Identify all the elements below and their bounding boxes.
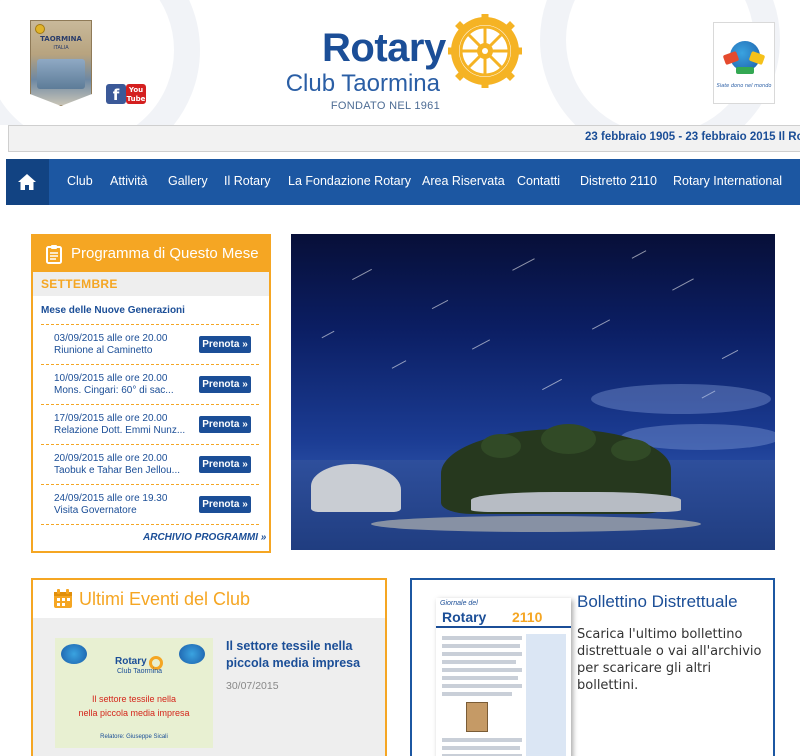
program-title: Programma di Questo Mese xyxy=(71,245,259,262)
program-event: 03/09/2015 alle ore 20.00 Riunione al Ca… xyxy=(41,324,259,364)
event-title[interactable]: Taobuk e Tahar Ben Jellou... xyxy=(54,465,180,476)
nav-item-il-rotary[interactable]: Il Rotary xyxy=(224,174,271,188)
bulletin-cover-italic: Giornale del xyxy=(440,600,478,607)
book-button[interactable]: Prenota » xyxy=(199,336,251,353)
program-event: 17/09/2015 alle ore 20.00 Relazione Dott… xyxy=(41,404,259,444)
main-navigation: Club Attività Gallery Il Rotary La Fonda… xyxy=(6,159,800,205)
event-date: 20/09/2015 alle ore 20.00 xyxy=(54,453,168,464)
event-headline-link[interactable]: Il settore tessile nella piccola media i… xyxy=(226,638,376,672)
event-date: 24/09/2015 alle ore 19.30 xyxy=(54,493,168,504)
month-label: SETTEMBRE xyxy=(41,277,118,291)
event-date: 10/09/2015 alle ore 20.00 xyxy=(54,373,168,384)
program-event: 24/09/2015 alle ore 19.30 Visita Governa… xyxy=(41,484,259,524)
nav-home-button[interactable] xyxy=(6,159,49,205)
event-date: 03/09/2015 alle ore 20.00 xyxy=(54,333,168,344)
events-body: Rotary Club Taormina Il settore tessile … xyxy=(33,618,385,756)
events-header: Ultimi Eventi del Club xyxy=(33,580,385,618)
program-event: 20/09/2015 alle ore 20.00 Taobuk e Tahar… xyxy=(41,444,259,484)
logo-club-text: Club Taormina xyxy=(285,70,440,97)
calendar-icon xyxy=(54,589,72,608)
logo-founded-text: FONDATO NEL 1961 xyxy=(330,100,440,112)
logo-rotary-text[interactable]: Rotary xyxy=(322,26,446,71)
home-icon xyxy=(18,174,36,190)
nav-item-gallery[interactable]: Gallery xyxy=(168,174,208,188)
nav-item-area-riservata[interactable]: Area Riservata xyxy=(422,174,505,188)
bulletin-cover-thumbnail[interactable]: Giornale del Rotary 2110 xyxy=(436,598,571,756)
news-ticker: 23 febbraio 1905 - 23 febbraio 2015 Il R… xyxy=(8,125,800,152)
banner-title: TAORMINA xyxy=(40,35,82,43)
youtube-icon[interactable]: You Tube xyxy=(126,84,146,104)
bulletin-cover-number: 2110 xyxy=(512,609,543,625)
monthly-program-panel: Programma di Questo Mese SETTEMBRE Mese … xyxy=(31,234,271,553)
program-event: 10/09/2015 alle ore 20.00 Mons. Cingari:… xyxy=(41,364,259,404)
event-thumbnail[interactable]: Rotary Club Taormina Il settore tessile … xyxy=(55,638,213,748)
events-title: Ultimi Eventi del Club xyxy=(79,589,251,609)
theme-logo[interactable]: Siate dono nel mondo xyxy=(713,22,775,104)
book-button[interactable]: Prenota » xyxy=(199,376,251,393)
site-header: TAORMINA ITALIA f You Tube Rotary Club T… xyxy=(0,0,800,125)
bulletin-description: Scarica l'ultimo bollettino distrettuale… xyxy=(577,627,762,693)
event-title[interactable]: Relazione Dott. Emmi Nunz... xyxy=(54,425,185,436)
card-club: Club Taormina xyxy=(117,668,163,675)
theme-logo-text: Siate dono nel mondo xyxy=(716,83,772,89)
club-banner-logo[interactable]: TAORMINA ITALIA xyxy=(30,20,92,106)
nav-item-club[interactable]: Club xyxy=(67,174,93,188)
month-subtitle: Mese delle Nuove Generazioni xyxy=(41,305,185,316)
card-line-2: nella piccola media impresa xyxy=(78,708,190,718)
nav-item-distretto[interactable]: Distretto 2110 xyxy=(580,174,657,188)
card-line-1: Il settore tessile nella xyxy=(91,694,177,704)
facebook-icon[interactable]: f xyxy=(106,84,126,104)
clipboard-icon xyxy=(46,245,62,264)
book-button[interactable]: Prenota » xyxy=(199,496,251,513)
card-relatore: Relatore: Giuseppe Sicali xyxy=(100,734,168,740)
program-header: Programma di Questo Mese xyxy=(33,236,269,272)
program-divider xyxy=(41,524,259,525)
nav-item-contatti[interactable]: Contatti xyxy=(517,174,560,188)
event-title[interactable]: Mons. Cingari: 60° di sac... xyxy=(54,385,174,396)
hero-photo-isola-bella[interactable] xyxy=(291,234,775,550)
nav-item-rotary-international[interactable]: Rotary International xyxy=(673,174,782,188)
nav-item-attivita[interactable]: Attività xyxy=(110,174,148,188)
ticker-text: 23 febbraio 1905 - 23 febbraio 2015 Il R… xyxy=(585,131,800,143)
program-archive-link[interactable]: ARCHIVIO PROGRAMMI » xyxy=(143,532,266,543)
event-title[interactable]: Riunione al Caminetto xyxy=(54,345,152,356)
month-bar: SETTEMBRE xyxy=(33,272,269,296)
event-date: 30/07/2015 xyxy=(226,680,279,692)
district-bulletin-panel: Giornale del Rotary 2110 Bollettino Dist… xyxy=(410,578,775,756)
book-button[interactable]: Prenota » xyxy=(199,416,251,433)
rotary-wheel-icon xyxy=(448,14,522,88)
bulletin-cover-rotary: Rotary xyxy=(442,609,487,625)
latest-events-panel: Ultimi Eventi del Club Rotary Club Taorm… xyxy=(31,578,387,756)
card-rotary: Rotary xyxy=(115,656,147,667)
event-title[interactable]: Visita Governatore xyxy=(54,505,137,516)
nav-item-fondazione[interactable]: La Fondazione Rotary xyxy=(288,174,411,188)
banner-subtitle: ITALIA xyxy=(53,45,69,51)
book-button[interactable]: Prenota » xyxy=(199,456,251,473)
event-date: 17/09/2015 alle ore 20.00 xyxy=(54,413,168,424)
bulletin-title: Bollettino Distrettuale xyxy=(577,592,738,611)
